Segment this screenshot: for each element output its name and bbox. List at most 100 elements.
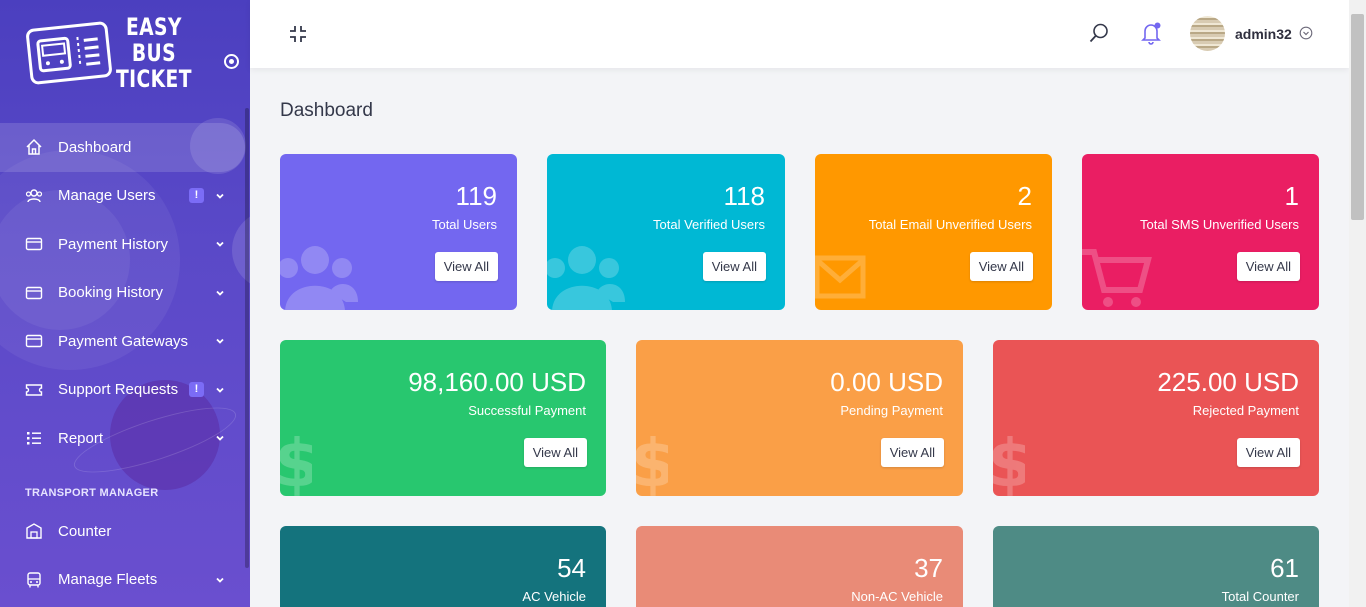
username[interactable]: admin32 [1235, 26, 1292, 42]
svg-text:$: $ [280, 425, 312, 496]
sidebar-item-label: Payment Gateways [58, 332, 189, 350]
bus-icon [25, 571, 43, 589]
chevron-down-icon [215, 239, 225, 249]
stat-label: Pending Payment [840, 403, 943, 418]
stat-value: 37 [914, 553, 943, 583]
stat-value: 61 [1270, 553, 1299, 583]
brand-line2: TICKET [116, 65, 192, 93]
users-icon [25, 187, 43, 205]
brand-name: EASY BUS TICKET [116, 14, 192, 92]
stat-value: 1 [1284, 181, 1299, 211]
stat-label: Successful Payment [468, 403, 586, 418]
sidebar-item-counter[interactable]: Counter [0, 507, 245, 556]
dollar-icon: $ [636, 424, 676, 496]
svg-text:$: $ [993, 425, 1025, 496]
dollar-icon: $ [280, 424, 320, 496]
building-icon [25, 522, 43, 540]
stat-card-email-unverified: 2 Total Email Unverified Users View All [815, 154, 1052, 310]
stat-card-total-users: 119 Total Users View All [280, 154, 517, 310]
stat-card-total-counter: 61 Total Counter [993, 526, 1319, 607]
view-all-button[interactable]: View All [969, 252, 1033, 281]
stat-card-sms-unverified: 1 Total SMS Unverified Users View All [1082, 154, 1319, 310]
stat-label: Total SMS Unverified Users [1140, 217, 1299, 232]
sidebar-item-label: Manage Fleets [58, 571, 158, 589]
view-all-button[interactable]: View All [1236, 252, 1300, 281]
sidebar-toggle-button[interactable] [224, 54, 239, 69]
stat-label: Rejected Payment [1192, 403, 1299, 418]
sidebar-item-payment-gateways[interactable]: Payment Gateways [0, 317, 245, 366]
brand-line1: EASY BUS [125, 13, 182, 67]
view-all-button[interactable]: View All [702, 252, 766, 281]
sidebar-item-support-requests[interactable]: Support Requests ! [0, 366, 245, 415]
cart-icon [1082, 246, 1152, 310]
stat-card-pending-payment: $ 0.00 USD Pending Payment View All [636, 340, 963, 496]
topbar: admin32 [250, 0, 1349, 68]
chevron-down-icon [215, 288, 225, 298]
stat-label: Total Counter [1221, 589, 1299, 604]
bus-ticket-logo-icon [25, 20, 113, 86]
stat-card-non-ac-vehicle: 37 Non-AC Vehicle [636, 526, 963, 607]
stat-card-total-verified-users: 118 Total Verified Users View All [547, 154, 785, 310]
chevron-down-icon [215, 575, 225, 585]
alert-badge: ! [189, 188, 204, 204]
chevron-down-icon [215, 336, 225, 346]
stat-card-ac-vehicle: 54 AC Vehicle [280, 526, 606, 607]
chevron-down-icon [215, 191, 225, 201]
sidebar-item-label: Dashboard [58, 138, 132, 156]
list-icon [25, 429, 43, 447]
stat-value: 54 [557, 553, 586, 583]
credit-card-icon [25, 332, 43, 350]
sidebar-item-label: Support Requests [58, 381, 179, 399]
users-icon [547, 242, 627, 310]
avatar[interactable] [1190, 16, 1225, 51]
stat-value: 0.00 USD [830, 367, 943, 397]
brand-logo[interactable]: EASY BUS TICKET [25, 14, 208, 92]
stat-label: Total Email Unverified Users [868, 217, 1032, 232]
stat-card-successful-payment: $ 98,160.00 USD Successful Payment View … [280, 340, 606, 496]
stat-label: AC Vehicle [522, 589, 586, 604]
home-icon [25, 138, 43, 156]
view-all-button[interactable]: View All [434, 252, 498, 281]
envelope-icon [815, 254, 869, 307]
sidebar-item-booking-history[interactable]: Booking History [0, 269, 245, 318]
stat-label: Non-AC Vehicle [851, 589, 943, 604]
credit-card-icon [25, 235, 43, 253]
sidebar-item-label: Booking History [58, 284, 164, 302]
view-all-button[interactable]: View All [880, 438, 944, 467]
sidebar-item-report[interactable]: Report [0, 414, 245, 463]
stat-value: 118 [723, 181, 765, 211]
alert-badge: ! [189, 382, 204, 398]
stat-value: 119 [455, 181, 497, 211]
sidebar-section-title: TRANSPORT MANAGER [25, 487, 159, 499]
page-scrollbar-thumb[interactable] [1351, 14, 1364, 220]
svg-text:$: $ [636, 425, 668, 496]
chevron-down-icon[interactable] [1299, 26, 1313, 40]
stat-label: Total Verified Users [653, 217, 765, 232]
sidebar-item-dashboard[interactable]: Dashboard [0, 123, 245, 172]
page-scrollbar[interactable] [1349, 0, 1366, 607]
stat-value: 98,160.00 USD [408, 367, 586, 397]
sidebar-item-label: Report [58, 429, 104, 447]
sidebar-item-label: Counter [58, 522, 112, 540]
view-all-button[interactable]: View All [1236, 438, 1300, 467]
fullscreen-collapse-icon[interactable] [288, 24, 308, 44]
stat-label: Total Users [431, 217, 497, 232]
credit-card-icon [25, 284, 43, 302]
sidebar-item-manage-fleets[interactable]: Manage Fleets [0, 556, 245, 605]
sidebar-nav-transport: Counter Manage Fleets [0, 507, 245, 604]
chevron-down-icon [215, 385, 225, 395]
sidebar-item-payment-history[interactable]: Payment History [0, 220, 245, 269]
chevron-down-icon [215, 433, 225, 443]
sidebar-item-manage-users[interactable]: Manage Users ! [0, 172, 245, 221]
notification-bell-icon[interactable] [1140, 21, 1162, 45]
sidebar-item-label: Payment History [58, 235, 169, 253]
view-all-button[interactable]: View All [523, 438, 587, 467]
page-title: Dashboard [280, 100, 373, 121]
ticket-icon [25, 381, 43, 399]
sidebar-scrollbar[interactable] [245, 108, 249, 568]
search-icon[interactable] [1088, 22, 1110, 44]
sidebar-item-label: Manage Users [58, 187, 156, 205]
users-icon [280, 242, 360, 310]
sidebar-nav: Dashboard Manage Users ! Payment History [0, 123, 245, 463]
dollar-icon: $ [993, 424, 1033, 496]
